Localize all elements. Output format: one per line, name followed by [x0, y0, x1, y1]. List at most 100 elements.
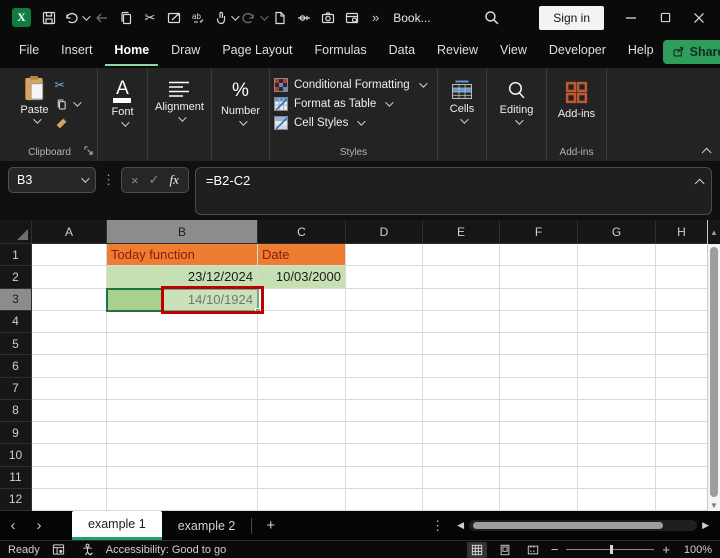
sheet-tab-example-1[interactable]: example 1 — [72, 511, 162, 540]
cell-F5[interactable] — [500, 333, 578, 356]
sign-in-button[interactable]: Sign in — [539, 5, 604, 30]
cell-C4[interactable] — [258, 310, 346, 333]
cell-H4[interactable] — [656, 310, 708, 333]
cell-E7[interactable] — [423, 377, 500, 400]
cell-D1[interactable] — [346, 244, 423, 267]
tab-formulas[interactable]: Formulas — [306, 37, 376, 66]
select-all-corner[interactable] — [0, 220, 32, 244]
cell-B4[interactable] — [107, 310, 258, 333]
column-header-c[interactable]: C — [258, 220, 346, 244]
cell-A8[interactable] — [32, 399, 107, 422]
row-header-7[interactable]: 7 — [0, 377, 32, 400]
cell-C2[interactable]: 10/03/2000 — [258, 266, 346, 289]
tab-insert[interactable]: Insert — [52, 37, 101, 66]
cell-D5[interactable] — [346, 333, 423, 356]
row-header-1[interactable]: 1 — [0, 244, 32, 267]
cell-B7[interactable] — [107, 377, 258, 400]
cell-D2[interactable] — [346, 266, 423, 289]
cell-F8[interactable] — [500, 399, 578, 422]
tab-view[interactable]: View — [491, 37, 536, 66]
tab-data[interactable]: Data — [380, 37, 424, 66]
row-header-6[interactable]: 6 — [0, 355, 32, 378]
cell-B10[interactable] — [107, 444, 258, 467]
cell-D9[interactable] — [346, 422, 423, 445]
scroll-down-icon[interactable]: ▼ — [708, 501, 720, 510]
zoom-in-icon[interactable]: + — [662, 542, 670, 557]
touch-mode-icon[interactable] — [210, 5, 240, 31]
column-header-b[interactable]: B — [107, 220, 258, 244]
cell-D10[interactable] — [346, 444, 423, 467]
cell-C9[interactable] — [258, 422, 346, 445]
cell-G12[interactable] — [578, 488, 656, 511]
tab-home[interactable]: Home — [105, 37, 159, 66]
sheet-nav-left-icon[interactable]: ‹ — [0, 517, 26, 534]
tab-developer[interactable]: Developer — [540, 37, 615, 66]
row-header-2[interactable]: 2 — [0, 266, 32, 289]
excel-app-icon[interactable]: X — [12, 8, 31, 27]
cell-A12[interactable] — [32, 488, 107, 511]
row-header-5[interactable]: 5 — [0, 333, 32, 356]
row-header-3[interactable]: 3 — [0, 288, 32, 311]
enter-check-icon[interactable]: ✓ — [149, 172, 160, 188]
tab-page-layout[interactable]: Page Layout — [213, 37, 301, 66]
cell-D12[interactable] — [346, 488, 423, 511]
page-break-preview-icon[interactable] — [523, 542, 543, 558]
workbook-statistics-icon[interactable] — [340, 5, 364, 31]
cell-C7[interactable] — [258, 377, 346, 400]
save-icon[interactable] — [37, 5, 61, 31]
scroll-up-icon[interactable]: ▲ — [708, 220, 720, 244]
new-file-icon[interactable] — [268, 5, 292, 31]
accessibility-status[interactable]: Accessibility: Good to go — [106, 544, 226, 556]
conditional-formatting-button[interactable]: Conditional Formatting — [274, 78, 428, 92]
page-layout-view-icon[interactable] — [495, 542, 515, 558]
addins-button[interactable]: Add-ins — [558, 72, 595, 120]
cell-H2[interactable] — [656, 266, 708, 289]
cell-B3[interactable]: 14/10/1924 — [107, 288, 258, 311]
cell-E5[interactable] — [423, 333, 500, 356]
cell-B9[interactable] — [107, 422, 258, 445]
tab-help[interactable]: Help — [619, 37, 663, 66]
more-commands-icon[interactable]: » — [372, 10, 379, 25]
zoom-level[interactable]: 100% — [678, 544, 712, 556]
sheet-options-icon[interactable]: ⋮ — [421, 518, 454, 534]
column-header-g[interactable]: G — [578, 220, 656, 244]
search-icon[interactable] — [479, 5, 503, 31]
cell-F11[interactable] — [500, 466, 578, 489]
spelling-icon[interactable]: ab — [186, 5, 210, 31]
column-header-d[interactable]: D — [346, 220, 423, 244]
clipboard-dialog-launcher-icon[interactable] — [84, 144, 93, 158]
sheet-tab-example-2[interactable]: example 2 — [162, 511, 252, 540]
cell-E10[interactable] — [423, 444, 500, 467]
cell-C6[interactable] — [258, 355, 346, 378]
cell-H12[interactable] — [656, 488, 708, 511]
cell-F1[interactable] — [500, 244, 578, 267]
cell-H5[interactable] — [656, 333, 708, 356]
cell-H8[interactable] — [656, 399, 708, 422]
cell-D3[interactable] — [346, 288, 423, 311]
cell-E12[interactable] — [423, 488, 500, 511]
cell-H3[interactable] — [656, 288, 708, 311]
cell-B11[interactable] — [107, 466, 258, 489]
cell-A10[interactable] — [32, 444, 107, 467]
cell-G10[interactable] — [578, 444, 656, 467]
cell-E9[interactable] — [423, 422, 500, 445]
copy-icon[interactable] — [114, 5, 138, 31]
zoom-slider-thumb[interactable] — [610, 545, 614, 554]
cell-C11[interactable] — [258, 466, 346, 489]
cell-G3[interactable] — [578, 288, 656, 311]
formula-bar-handle[interactable]: ⋮ — [102, 167, 115, 188]
cell-A2[interactable] — [32, 266, 107, 289]
zoom-slider[interactable] — [566, 545, 655, 554]
paste-button[interactable]: Paste — [20, 72, 49, 130]
alignment-dropdown-button[interactable]: Alignment — [155, 72, 204, 122]
expand-formula-bar-icon[interactable] — [694, 178, 705, 189]
row-header-10[interactable]: 10 — [0, 444, 32, 467]
cells-dropdown-button[interactable]: Cells — [450, 72, 474, 124]
cell-D8[interactable] — [346, 399, 423, 422]
cell-F12[interactable] — [500, 488, 578, 511]
cell-G1[interactable] — [578, 244, 656, 267]
cell-D7[interactable] — [346, 377, 423, 400]
cell-C8[interactable] — [258, 399, 346, 422]
cell-G7[interactable] — [578, 377, 656, 400]
share-button[interactable]: Share — [662, 39, 720, 64]
